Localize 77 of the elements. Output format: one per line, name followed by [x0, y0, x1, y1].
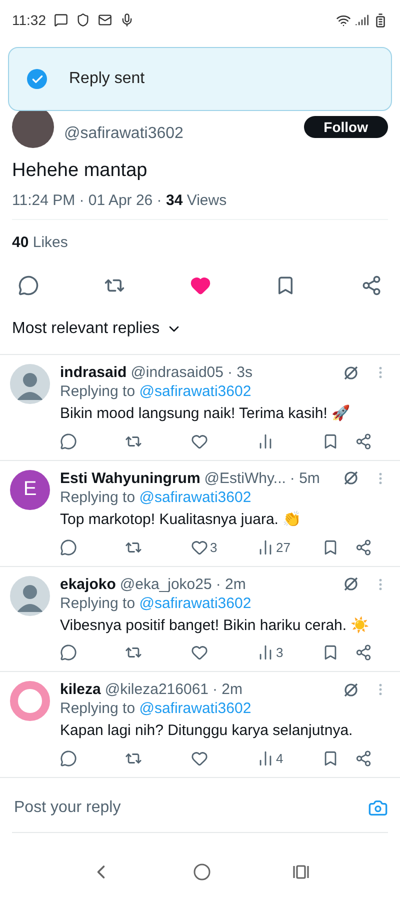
views-icon[interactable]: [257, 432, 274, 450]
reply-time: · 3s: [227, 364, 252, 381]
bookmark-icon[interactable]: [322, 750, 339, 767]
heart-icon[interactable]: [191, 432, 208, 450]
bookmark-icon[interactable]: [322, 644, 339, 662]
sort-dropdown[interactable]: Most relevant replies: [0, 306, 400, 355]
reply-text: Vibesnya positif banget! Bikin hariku cerah. ☀: [60, 616, 371, 636]
heart-icon[interactable]: [191, 644, 208, 662]
signal-icon: [355, 13, 369, 27]
mail-icon: [98, 13, 112, 27]
bookmark-icon[interactable]: [322, 432, 339, 450]
like-count: 3: [210, 540, 218, 554]
battery-icon: [373, 12, 388, 28]
mention-link[interactable]: @safirawati3602: [139, 594, 252, 612]
reply-icon[interactable]: [60, 432, 77, 450]
reply-author-handle: @EstiWhy...: [204, 470, 286, 487]
home-icon[interactable]: [192, 863, 211, 881]
slashed-circle-icon[interactable]: [343, 364, 359, 380]
share-icon[interactable]: [361, 275, 382, 296]
reply-icon[interactable]: [60, 644, 77, 662]
reply-author-name: ekajoko: [60, 576, 116, 592]
replying-to: Replying to @safirawati3602: [60, 594, 252, 612]
reply-text: Kapan lagi nih? Ditunggu karya selanjutnya.: [60, 721, 354, 742]
share-icon[interactable]: [355, 644, 372, 662]
reply-icon[interactable]: [60, 750, 77, 767]
reply-author-name: Esti Wahyuningrum: [60, 470, 200, 487]
reply-time: · 2m: [212, 681, 243, 698]
share-icon[interactable]: [355, 538, 372, 556]
replying-to: Replying to @safirawati3602: [60, 488, 252, 506]
chat-icon: [54, 13, 68, 27]
slashed-circle-icon[interactable]: [343, 576, 359, 592]
reply-text: Top markotop! Kualitasnya juara. 👏: [60, 510, 303, 530]
view-count: 4: [276, 751, 284, 766]
mention-link[interactable]: @safirawati3602: [139, 488, 252, 506]
views-icon[interactable]: [257, 644, 274, 662]
recents-icon[interactable]: [292, 864, 310, 880]
slashed-circle-icon[interactable]: [343, 470, 359, 486]
reply-author-handle: @eka_joko25: [120, 576, 212, 592]
post-text: Hehehe mantap: [12, 160, 148, 182]
reply-time: · 2m: [216, 576, 246, 592]
likes-count[interactable]: 40 Likes: [12, 220, 388, 265]
avatar[interactable]: [10, 576, 50, 616]
reply-author-name: indrasaid: [60, 364, 127, 381]
camera-icon[interactable]: [368, 798, 388, 818]
replying-to: Replying to @safirawati3602: [60, 700, 252, 718]
toast-message: Reply sent: [69, 70, 145, 88]
heart-icon[interactable]: [190, 275, 210, 296]
post-meta: 11:24 PM · 01 Apr 26 · 34 Views: [12, 192, 388, 220]
author-handle: @safirawati3602: [64, 125, 184, 143]
mention-link[interactable]: @safirawati3602: [139, 700, 252, 718]
share-icon[interactable]: [355, 432, 372, 450]
bookmark-icon[interactable]: [322, 538, 339, 556]
reply-author-handle: @indrasaid05: [130, 364, 224, 381]
reply-time: · 5m: [290, 470, 320, 487]
view-count: 3: [276, 645, 284, 660]
reply-author-handle: @kileza216061: [104, 681, 209, 698]
avatar[interactable]: [10, 364, 50, 404]
wifi-icon: [336, 12, 351, 28]
view-count: 27: [276, 540, 290, 554]
heart-icon[interactable]: [191, 750, 208, 767]
avatar[interactable]: E: [10, 470, 50, 510]
reply-text: Bikin mood langsung naik! Terima kasih! 🚀: [60, 404, 352, 424]
mention-link[interactable]: @safirawati3602: [139, 383, 252, 400]
replying-to: Replying to @safirawati3602: [60, 383, 252, 400]
heart-icon[interactable]: [191, 538, 208, 556]
status-time: 11:32: [12, 12, 46, 28]
reply-icon[interactable]: [18, 275, 39, 296]
microphone-icon: [120, 13, 134, 27]
views-icon[interactable]: [257, 538, 274, 556]
reply-author-name: kileza: [60, 681, 101, 698]
share-icon[interactable]: [355, 750, 372, 767]
views-icon[interactable]: [257, 750, 274, 767]
check-icon: [27, 69, 47, 89]
slashed-circle-icon[interactable]: [343, 682, 359, 698]
shield-icon: [76, 13, 90, 27]
reply-icon[interactable]: [60, 538, 77, 556]
follow-button[interactable]: Follow: [304, 116, 388, 138]
